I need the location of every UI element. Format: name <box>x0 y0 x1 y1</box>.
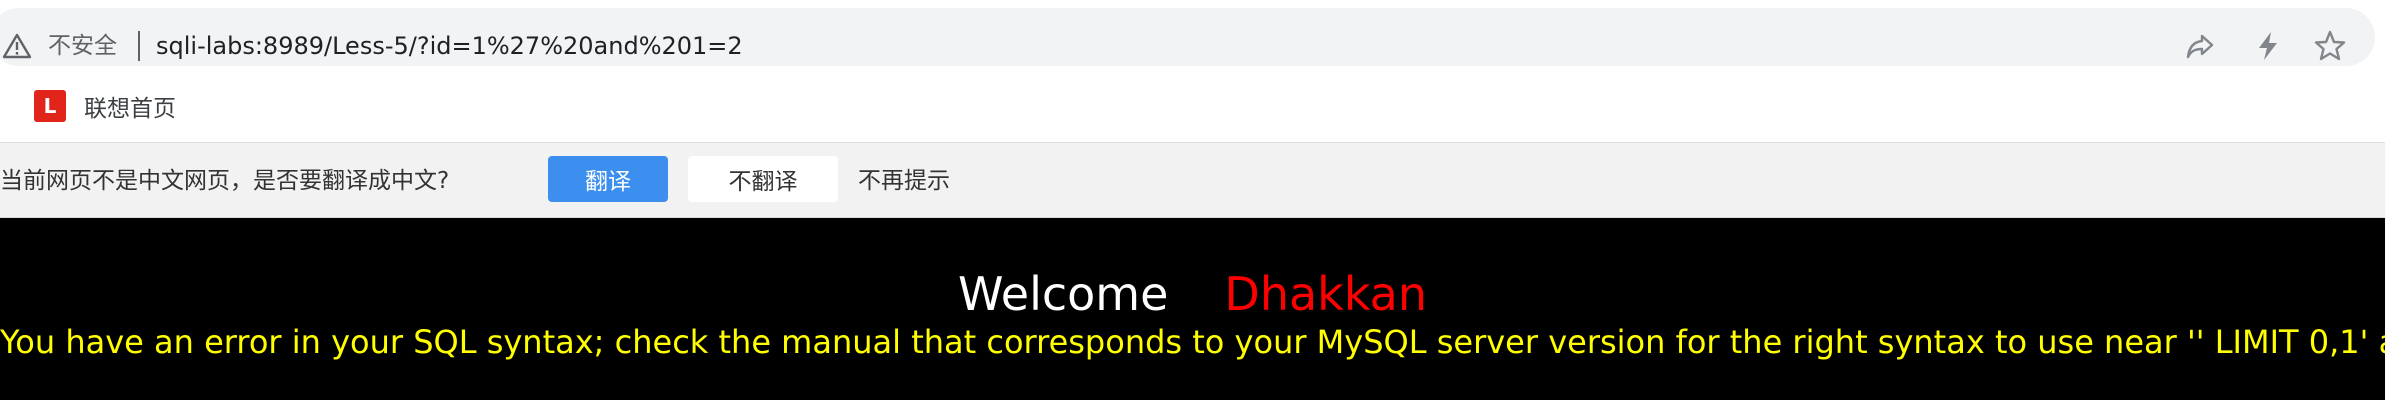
lenovo-icon: L <box>34 90 66 122</box>
address-separator <box>138 31 140 61</box>
warning-icon[interactable] <box>2 32 32 60</box>
browser-address-area: 不安全 sqli-labs:8989/Less-5/?id=1%27%20and… <box>0 0 2385 72</box>
welcome-heading: Welcome Dhakkan <box>0 266 2385 322</box>
welcome-word: Welcome <box>958 267 1169 321</box>
translate-prompt: 当前网页不是中文网页，是否要翻译成中文? <box>0 168 450 194</box>
url-field[interactable]: sqli-labs:8989/Less-5/?id=1%27%20and%201… <box>156 30 743 62</box>
lightning-icon[interactable] <box>2250 28 2286 64</box>
security-status-label[interactable]: 不安全 <box>48 30 117 62</box>
no-translate-button[interactable]: 不翻译 <box>688 156 838 202</box>
address-bar[interactable]: 不安全 sqli-labs:8989/Less-5/?id=1%27%20and… <box>0 8 2375 66</box>
page-content: Welcome Dhakkan You have an error in your… <box>0 218 2385 400</box>
translate-button[interactable]: 翻译 <box>548 156 668 202</box>
sql-error-message: You have an error in your SQL syntax; ch… <box>0 323 2385 361</box>
translate-bar: 当前网页不是中文网页，是否要翻译成中文? 翻译 不翻译 不再提示 <box>0 142 2385 218</box>
bookmarks-bar: L 联想首页 <box>0 72 2385 142</box>
welcome-name: Dhakkan <box>1224 267 1427 321</box>
star-icon[interactable] <box>2312 28 2348 64</box>
never-prompt-link[interactable]: 不再提示 <box>858 165 950 197</box>
bookmark-label: 联想首页 <box>84 96 176 122</box>
share-icon[interactable] <box>2182 28 2218 64</box>
bookmark-lenovo-home[interactable]: L 联想首页 <box>34 84 176 128</box>
